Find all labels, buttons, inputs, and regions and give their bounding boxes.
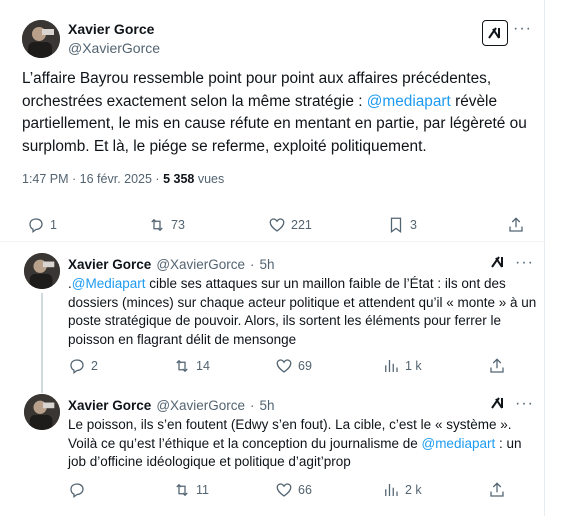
more-icon[interactable]: ··· [513,21,532,37]
views-icon [385,484,398,496]
action-bar: 2 14 69 1 k [0,354,545,378]
like-button[interactable]: 221 [268,213,312,237]
reply-header: Xavier Gorce @XavierGorce · 5h [68,398,275,413]
tweet-date[interactable]: 16 févr. 2025 [80,172,152,186]
views-button[interactable]: 2 k [382,478,422,502]
share-button[interactable] [488,478,506,502]
heart-icon [276,359,292,373]
views-label: vues [197,172,225,186]
main-tweet[interactable]: Xavier Gorce @XavierGorce ··· L’affaire … [0,0,545,242]
repost-button[interactable]: 11 [173,478,209,502]
grok-icon[interactable] [490,254,506,273]
grok-icon[interactable] [482,20,508,46]
views-count: 1 k [405,359,422,373]
share-icon [490,482,504,497]
repost-count: 73 [171,218,185,232]
views-count: 5 358 [163,172,195,186]
like-button[interactable]: 69 [275,354,312,378]
views-icon [385,360,398,372]
views-count: 2 k [405,483,422,497]
repost-button[interactable]: 14 [173,354,210,378]
more-icon[interactable]: ··· [515,255,534,271]
reply-button[interactable]: 1 [27,213,57,237]
action-bar: 1 73 221 3 [0,213,545,237]
reply-text: Le poisson, ils s’en foutent (Edwy s’en … [68,416,538,472]
share-icon [509,217,523,232]
heart-icon [276,483,292,497]
author-name[interactable]: Xavier Gorce [68,398,151,413]
action-bar: 11 66 2 k [0,478,545,502]
thread-line [41,293,43,393]
views-button[interactable]: 1 k [382,354,422,378]
avatar[interactable] [24,394,60,430]
like-count: 221 [291,218,312,232]
repost-count: 11 [196,483,209,497]
reply-text: .@Mediapart cible ses attaques sur un ma… [68,275,538,349]
reply-header: Xavier Gorce @XavierGorce · 5h [68,257,275,272]
avatar[interactable] [22,20,60,58]
share-button[interactable] [507,213,525,237]
reply-button[interactable]: 2 [68,354,98,378]
tweet-age[interactable]: 5h [260,257,275,272]
reply-icon [70,483,84,499]
repost-icon [176,483,188,497]
tweet-meta: 1:47 PM · 16 févr. 2025 · 5 358 vues [22,172,225,186]
repost-button[interactable]: 73 [148,213,185,237]
tweet-time[interactable]: 1:47 PM [22,172,69,186]
share-button[interactable] [488,354,506,378]
avatar[interactable] [24,253,60,289]
grok-icon[interactable] [490,395,506,414]
bookmark-count: 3 [410,218,417,232]
like-count: 69 [298,359,312,373]
author-handle[interactable]: @XavierGorce [156,257,245,272]
bookmark-button[interactable]: 3 [387,213,417,237]
mention-link[interactable]: @mediapart [367,93,451,110]
like-count: 66 [298,483,312,497]
tweet-age[interactable]: 5h [260,398,275,413]
reply-button[interactable] [68,478,91,502]
author-handle[interactable]: @XavierGorce [156,398,245,413]
tweet-thread: Xavier Gorce @XavierGorce ··· L’affaire … [0,0,545,516]
author-handle[interactable]: @XavierGorce [68,40,160,56]
mention-link[interactable]: @mediapart [421,436,495,451]
heart-icon [269,218,285,232]
reply-count: 1 [50,218,57,232]
repost-count: 14 [196,359,210,373]
repost-icon [176,359,188,373]
more-icon[interactable]: ··· [515,396,534,412]
mention-link[interactable]: @Mediapart [72,276,146,291]
repost-icon [151,218,163,232]
reply-icon [29,218,43,234]
like-button[interactable]: 66 [275,478,312,502]
reply-count: 2 [91,359,98,373]
reply-icon [70,359,84,375]
share-icon [490,358,504,373]
author-name[interactable]: Xavier Gorce [68,21,154,37]
author-name[interactable]: Xavier Gorce [68,257,151,272]
bookmark-icon [390,217,402,234]
tweet-text: L’affaire Bayrou ressemble point pour po… [22,68,534,158]
